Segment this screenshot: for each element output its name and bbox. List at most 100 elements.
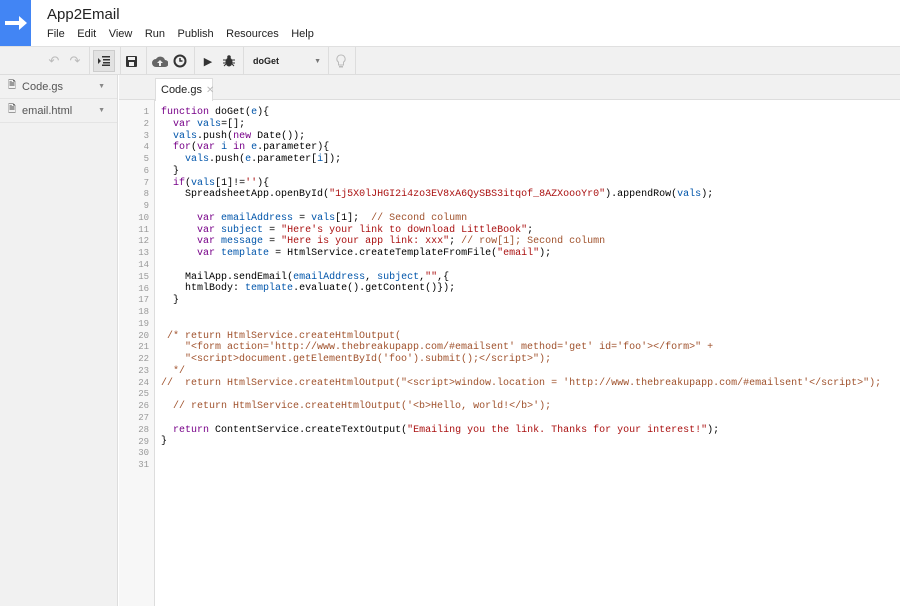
code-line[interactable]: // return HtmlService.createHtmlOutput('… <box>155 401 881 413</box>
code-editor[interactable]: function doGet(e){ var vals=[]; vals.pus… <box>155 107 881 472</box>
indent-glyph <box>98 56 110 66</box>
code-line[interactable]: for(var i in e.parameter){ <box>155 142 881 154</box>
code-token: ). <box>605 189 618 201</box>
code-line[interactable]: vals.push(new Date()); <box>155 131 881 143</box>
toolbar: ↶ ↷ ▶ doGet ▼ <box>0 46 900 75</box>
code-line[interactable]: } <box>155 166 881 178</box>
debug-bug-icon[interactable] <box>221 47 237 75</box>
code-line[interactable]: /* return HtmlService.createHtmlOutput( <box>155 331 881 343</box>
code-line[interactable] <box>155 448 881 460</box>
code-line[interactable]: vals.push(e.parameter[i]); <box>155 154 881 166</box>
lightbulb-icon[interactable] <box>333 47 349 75</box>
code-line[interactable]: MailApp.sendEmail(emailAddress, subject,… <box>155 272 881 284</box>
code-line[interactable]: htmlBody: template.evaluate().getContent… <box>155 283 881 295</box>
code-line[interactable] <box>155 413 881 425</box>
menu-publish[interactable]: Publish <box>178 28 214 40</box>
code-line[interactable]: SpreadsheetApp.openById("1j5X0lJHGI2i4zo… <box>155 189 881 201</box>
code-token: ]); <box>323 154 342 166</box>
clock-trigger-icon[interactable] <box>171 47 189 75</box>
document-icon: 🗎 <box>8 80 17 91</box>
code-token: push <box>215 154 240 166</box>
code-token: new <box>233 130 252 142</box>
code-token: createTextOutput <box>305 424 402 436</box>
code-token: createTemplateFromFile <box>359 248 492 260</box>
code-line[interactable]: var emailAddress = vals[1]; // Second co… <box>155 213 881 225</box>
menu-help[interactable]: Help <box>291 28 314 40</box>
line-number: 22 <box>138 354 149 365</box>
run-icon[interactable]: ▶ <box>201 47 215 75</box>
code-token: } <box>161 436 168 448</box>
code-token: parameter <box>257 154 312 166</box>
code-line[interactable]: } <box>155 436 881 448</box>
code-line[interactable]: var template = HtmlService.createTemplat… <box>155 248 881 260</box>
code-token: ); <box>701 189 714 201</box>
code-line[interactable]: var vals=[]; <box>155 119 881 131</box>
code-line[interactable]: } <box>155 295 881 307</box>
code-line[interactable] <box>155 260 881 272</box>
save-icon[interactable] <box>123 47 139 75</box>
code-line[interactable] <box>155 319 881 331</box>
code-token: var <box>197 224 216 236</box>
code-token: doGet <box>215 107 246 118</box>
code-token: ; <box>527 224 534 236</box>
project-title[interactable]: App2Email <box>47 6 120 23</box>
clock-glyph <box>173 54 187 68</box>
code-line[interactable]: function doGet(e){ <box>155 107 881 119</box>
file-item-email-html[interactable]: 🗎 email.html ▼ <box>0 99 117 123</box>
code-line[interactable]: */ <box>155 366 881 378</box>
close-icon[interactable]: ✕ <box>206 85 214 96</box>
code-token: openById <box>275 189 324 201</box>
code-token: /* return HtmlService.createHtmlOutput( <box>161 330 402 342</box>
menu-file[interactable]: File <box>47 28 65 40</box>
chevron-down-icon[interactable]: ▼ <box>98 107 105 114</box>
code-token: message <box>221 236 264 248</box>
menu-edit[interactable]: Edit <box>77 28 96 40</box>
code-token: = <box>263 236 282 248</box>
menu-run[interactable]: Run <box>145 28 165 40</box>
line-number: 23 <box>138 365 149 376</box>
code-token: } <box>161 295 180 307</box>
tab-label: Code.gs <box>161 84 202 96</box>
line-number: 9 <box>143 201 149 212</box>
line-number: 6 <box>143 165 149 176</box>
code-token: : <box>233 283 246 295</box>
file-item-code-gs[interactable]: 🗎 Code.gs ▼ <box>0 75 117 99</box>
indent-icon[interactable] <box>93 50 115 72</box>
code-line[interactable] <box>155 307 881 319</box>
cloud-glyph <box>152 56 168 67</box>
code-line[interactable]: var subject = "Here's your link to downl… <box>155 225 881 237</box>
cloud-upload-icon[interactable] <box>151 47 169 75</box>
line-number: 8 <box>143 189 149 200</box>
code-line[interactable] <box>155 460 881 472</box>
line-number: 12 <box>138 236 149 247</box>
code-line[interactable]: if(vals[1]!=''){ <box>155 178 881 190</box>
code-token: // return HtmlService.createHtmlOutput('… <box>173 401 552 413</box>
apps-script-logo[interactable] <box>0 0 31 46</box>
code-token: template <box>245 283 294 295</box>
code-line[interactable]: return ContentService.createTextOutput("… <box>155 425 881 437</box>
code-line[interactable]: var message = "Here is your app link: xx… <box>155 236 881 248</box>
code-line[interactable] <box>155 201 881 213</box>
bulb-glyph <box>336 53 346 67</box>
document-icon: 🗎 <box>8 104 17 115</box>
code-token: // Second column <box>371 212 468 224</box>
code-line[interactable]: "<form action='http://www.thebreakupapp.… <box>155 342 881 354</box>
code-line[interactable] <box>155 389 881 401</box>
code-token: (). <box>347 283 366 295</box>
tab-code-gs[interactable]: Code.gs ✕ <box>155 78 214 101</box>
line-number: 4 <box>143 142 149 153</box>
chevron-down-icon[interactable]: ▼ <box>98 83 105 90</box>
undo-icon[interactable]: ↶ <box>46 47 62 75</box>
code-token: getContent <box>365 283 426 295</box>
code-line[interactable]: // return HtmlService.createHtmlOutput("… <box>155 378 881 390</box>
code-line[interactable]: "<script>document.getElementById('foo').… <box>155 354 881 366</box>
code-token: "" <box>425 271 438 283</box>
menu-resources[interactable]: Resources <box>226 28 279 40</box>
menu-view[interactable]: View <box>109 28 133 40</box>
line-number: 19 <box>138 318 149 329</box>
redo-icon[interactable]: ↷ <box>67 47 83 75</box>
function-select[interactable]: doGet ▼ <box>243 47 327 75</box>
